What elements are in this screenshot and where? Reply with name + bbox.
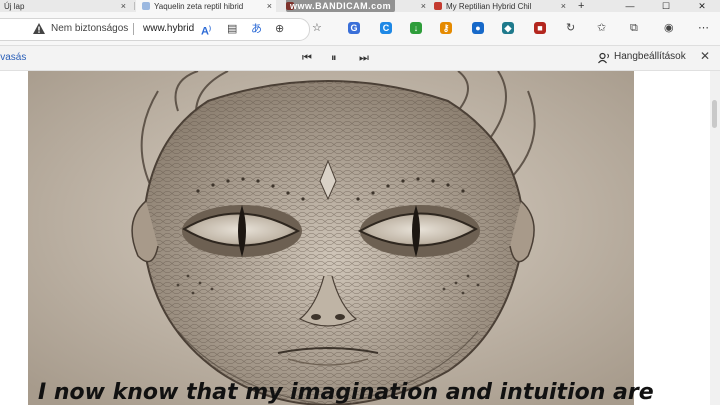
close-window-button[interactable]: ✕ [684,0,720,12]
red-site-icon [434,2,442,10]
article-caption: I now know that my imagination and intui… [38,380,654,405]
maximize-button[interactable]: ☐ [648,0,684,12]
favorites-add-icon[interactable]: ☆ [312,21,322,35]
record-extension-icon[interactable]: ■ [534,22,546,34]
favorites-icon[interactable]: ✩ [597,21,606,35]
refresh-icon[interactable]: ↻ [566,21,575,35]
collections-icon[interactable]: ⧉ [630,21,638,35]
browser-toolbar: ↻ Nem biztonságos www.hybrid A) ▤ あ ⊕ ☆ … [0,12,720,46]
read-aloud-icon[interactable]: A) [201,22,211,39]
tab-label: Yaquelin zeta reptil hibrid [154,1,244,11]
key-extension-icon[interactable]: ⚷ [440,22,452,34]
address-divider [133,23,134,35]
url-text: www.hybrid [143,23,195,34]
plus-icon: + [578,0,585,12]
security-label: Nem biztonságos [51,23,129,34]
shield-extension-icon[interactable]: ◆ [502,22,514,34]
read-aloud-bar: lvasás ⏮ ⏸ ⏭ Hangbeállítások ✕ [0,46,720,71]
tab-label: My Reptilian Hybrid Chil [446,1,532,11]
previous-icon[interactable]: ⏮ [302,50,312,66]
tab-reptilian-hybrid[interactable]: My Reptilian Hybrid Chil × [430,0,570,12]
reptilian-drawing [28,71,634,405]
more-options-icon[interactable]: ⋯ [698,21,709,35]
pause-icon[interactable]: ⏸ [331,50,337,66]
voice-settings-button[interactable]: Hangbeállítások [614,51,686,62]
next-icon[interactable]: ⏭ [359,50,369,66]
voice-settings-icon [598,52,609,64]
tab-separator [134,2,135,10]
minimize-button[interactable]: — [612,0,648,12]
tab-close-icon[interactable]: × [421,0,426,12]
address-bar[interactable]: Nem biztonságos www.hybrid A) ▤ あ ⊕ [0,18,310,41]
new-tab-button[interactable]: + [578,0,592,12]
tab-close-icon[interactable]: × [267,0,272,12]
tab-yaquelin[interactable]: Yaquelin zeta reptil hibrid × [136,0,276,12]
article-image [28,71,634,405]
profile-icon[interactable]: ◉ [664,21,674,35]
tab-label: Új lap [4,1,25,11]
close-read-aloud-icon[interactable]: ✕ [700,49,710,63]
tab-new-tab[interactable]: Új lap × [0,0,130,12]
extension-translate-icon[interactable]: G [348,22,360,34]
reader-view-icon[interactable]: ▤ [227,22,237,36]
recorder-watermark: www.BANDICAM.com [286,0,396,12]
warning-icon [33,23,45,34]
scrollbar-thumb[interactable] [712,100,717,128]
extension-refresh-icon[interactable]: C [380,22,392,34]
translate-icon[interactable]: あ [251,22,262,36]
tab-close-icon[interactable]: × [561,0,566,12]
tab-close-icon[interactable]: × [121,0,126,12]
read-aloud-label: lvasás [0,52,27,63]
page-content [0,71,720,405]
zoom-icon[interactable]: ⊕ [275,22,284,36]
page-icon [142,2,150,10]
chat-extension-icon[interactable]: ● [472,22,484,34]
download-extension-icon[interactable]: ↓ [410,22,422,34]
